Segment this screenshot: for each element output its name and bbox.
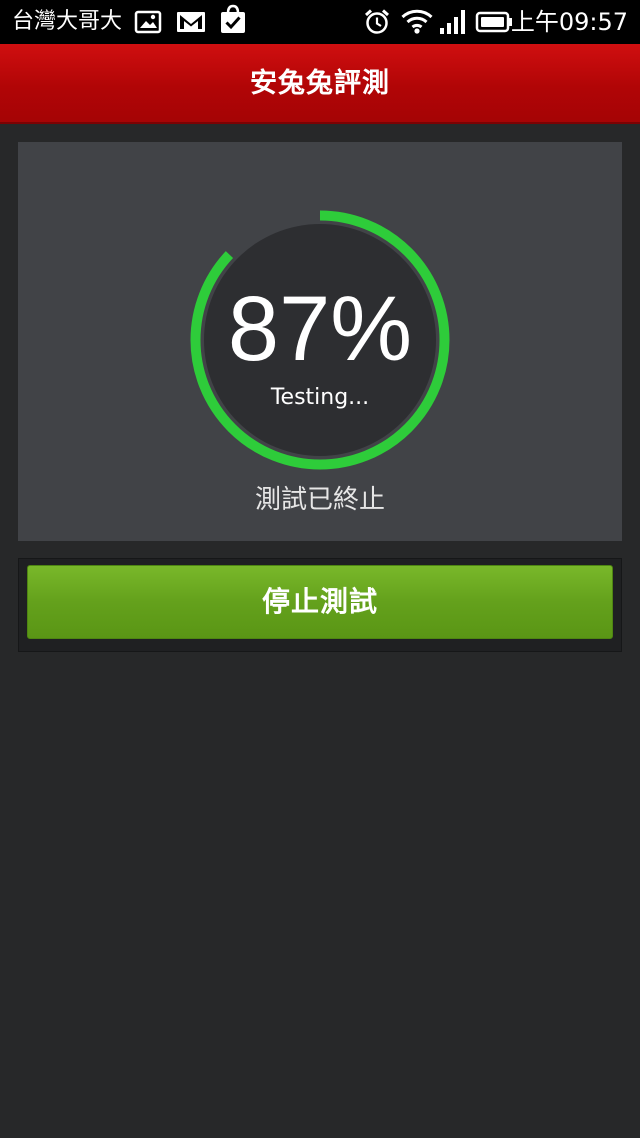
alarm-icon [364,9,390,34]
battery-icon [475,11,512,33]
signal-icon [440,10,465,34]
app-title: 安兔兔評測 [250,68,390,99]
test-state: Testing... [270,385,370,410]
carrier-name: 台灣大哥大 [12,9,123,34]
status-bar: 台灣大哥大 上午09:57 [0,0,640,44]
test-status-caption: 測試已終止 [254,485,385,515]
status-clock: 上午09:57 [510,8,628,36]
action-tray: 停止測試 [18,558,622,652]
stop-test-button[interactable]: 停止測試 [27,565,613,639]
test-panel: 87% Testing... 測試已終止 [18,142,622,541]
gmail-icon [177,12,205,32]
store-bag-icon [221,4,245,33]
wifi-icon [401,9,433,34]
title-bar: 安兔兔評測 [0,44,640,124]
gallery-icon [134,10,162,34]
progress-percent: 87% [227,278,413,380]
